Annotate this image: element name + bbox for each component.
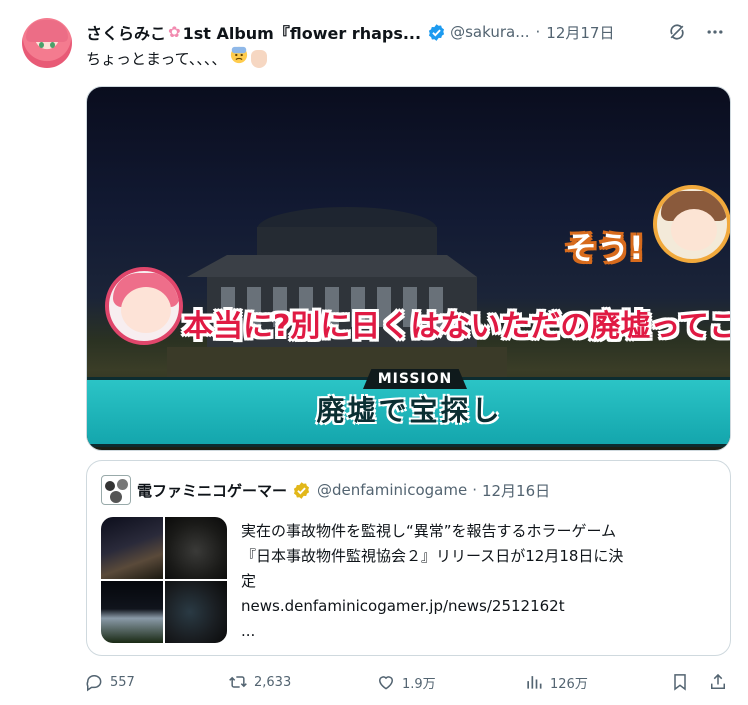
mission-text: 廃墟で宝探し <box>316 394 503 427</box>
verified-icon <box>427 23 446 42</box>
mission-label: MISSION <box>363 369 467 389</box>
quoted-thumb-2[interactable] <box>165 517 227 579</box>
reply-button[interactable]: 557 <box>84 672 135 692</box>
handle[interactable]: @sakura... <box>450 23 529 41</box>
quoted-tweet-header: 電ファミニコゲーマー @denfaminicogame · 12月16日 <box>101 475 550 505</box>
share-button[interactable] <box>708 672 728 692</box>
quoted-display-name[interactable]: 電ファミニコゲーマー <box>137 480 287 501</box>
speaker-avatar-left <box>105 267 183 345</box>
grok-icon[interactable] <box>666 21 688 43</box>
separator-dot: · <box>535 23 541 41</box>
reply-icon <box>86 675 102 692</box>
tweet-date[interactable]: 12月17日 <box>546 22 614 43</box>
anxious-face-icon <box>230 46 248 71</box>
speaker-avatar-right <box>653 185 730 263</box>
media-image[interactable]: そう! MISSION 廃墟で宝探し 本当に?別に日くはないただの廃墟ってこと? <box>86 86 731 451</box>
display-name[interactable]: さくらみこ <box>86 20 166 44</box>
quoted-text-line: 『日本事故物件監視協会２』リリース日が12月18日に決 <box>241 547 624 565</box>
caption-reply: そう! <box>565 229 644 267</box>
like-icon <box>378 676 394 690</box>
quoted-link[interactable]: news.denfaminicogamer.jp/news/2512162t <box>241 594 711 619</box>
tweet-text: ちょっとまって、、、、 <box>86 46 268 71</box>
avatar[interactable] <box>22 18 72 68</box>
reply-count: 557 <box>110 674 135 690</box>
quoted-avatar[interactable] <box>101 475 131 505</box>
separator-dot: · <box>472 481 477 499</box>
quoted-tweet[interactable]: 電ファミニコゲーマー @denfaminicogame · 12月16日 実在の… <box>86 460 731 656</box>
tweet-header: さくらみこ ✿ 1st Album『flower rhaps... @sakur… <box>86 20 726 44</box>
quoted-text-ellipsis: ... <box>241 622 256 640</box>
caption-main: 本当に?別に日くはないただの廃墟ってこと? <box>183 309 731 344</box>
quoted-thumb-3[interactable] <box>101 581 163 643</box>
views-icon <box>527 676 542 689</box>
verified-gold-icon <box>292 481 311 500</box>
raised-hand-icon <box>251 49 268 68</box>
quoted-text: 実在の事故物件を監視し“異常”を報告するホラーゲーム 『日本事故物件監視協会２』… <box>241 519 711 644</box>
repost-icon <box>229 676 247 688</box>
like-button[interactable]: 1.9万 <box>376 672 436 692</box>
repost-count: 2,633 <box>254 674 292 690</box>
quoted-text-line: 定 <box>241 572 257 590</box>
quoted-thumb-4[interactable] <box>165 581 227 643</box>
tweet-text-body: ちょっとまって、、、、 <box>86 49 227 68</box>
bookmark-button[interactable] <box>670 672 690 692</box>
more-icon[interactable] <box>704 21 726 43</box>
share-icon <box>711 673 725 689</box>
views-count: 126万 <box>550 676 588 692</box>
quoted-media-grid[interactable] <box>101 517 227 643</box>
like-count: 1.9万 <box>402 676 436 692</box>
quoted-date[interactable]: 12月16日 <box>482 480 550 501</box>
bookmark-icon <box>674 674 686 691</box>
action-bar: 557 2,633 1.9万 126万 <box>84 672 734 698</box>
tweet[interactable]: さくらみこ ✿ 1st Album『flower rhaps... @sakur… <box>0 0 748 705</box>
display-name-suffix[interactable]: 1st Album『flower rhaps... <box>183 20 422 44</box>
quoted-text-line: 実在の事故物件を監視し“異常”を報告するホラーゲーム <box>241 522 617 540</box>
quoted-thumb-1[interactable] <box>101 517 163 579</box>
quoted-handle[interactable]: @denfaminicogame <box>317 481 467 499</box>
cherry-blossom-icon: ✿ <box>168 23 181 41</box>
repost-button[interactable]: 2,633 <box>228 672 291 692</box>
views-button[interactable]: 126万 <box>524 672 588 692</box>
